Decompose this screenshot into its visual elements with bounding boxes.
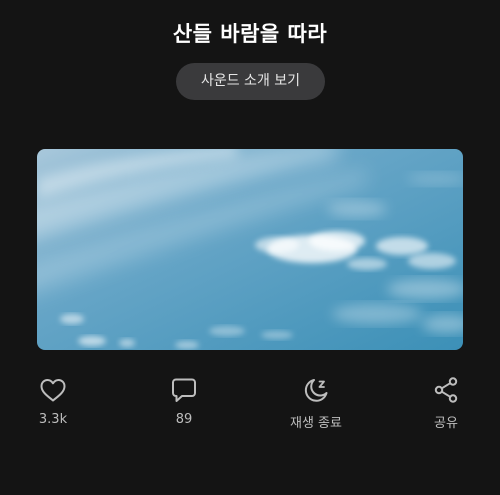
heart-icon: [38, 375, 68, 405]
share-icon: [431, 375, 461, 405]
sleep-timer-button[interactable]: 재생 종료: [276, 372, 356, 431]
share-button[interactable]: 공유: [406, 372, 486, 431]
comment-count: 89: [175, 412, 193, 427]
page-title: 산들 바람을 따라: [172, 22, 328, 46]
sound-intro-button[interactable]: 사운드 소개 보기: [176, 63, 325, 100]
sleep-timer-label: 재생 종료: [290, 416, 342, 431]
cover-image: [37, 149, 463, 350]
comment-button[interactable]: 89: [144, 372, 224, 427]
like-count: 3.3k: [38, 412, 68, 427]
comment-icon: [169, 375, 199, 405]
moon-sleep-icon: [301, 375, 331, 405]
action-bar: 3.3k 89 재생 종료 공유: [0, 372, 500, 442]
like-button[interactable]: 3.3k: [13, 372, 93, 427]
share-label: 공유: [434, 416, 458, 431]
